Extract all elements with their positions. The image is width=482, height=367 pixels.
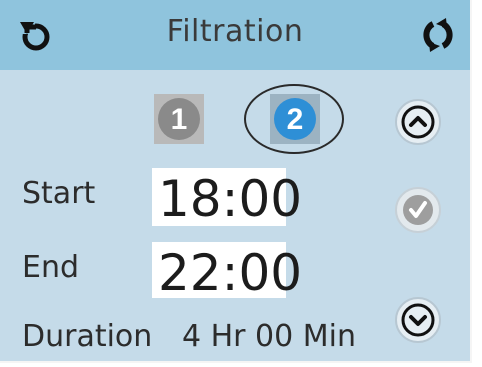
filtration-screen: Filtration 1 2 Start 18:00 End 22:00 Dur… (0, 0, 472, 363)
start-time-field[interactable]: 18:00 (152, 168, 302, 228)
filter-cycle-2-tab[interactable]: 2 (270, 94, 320, 144)
start-label: Start (22, 176, 96, 211)
duration-value: 4 Hr 00 Min (182, 319, 356, 354)
down-button[interactable] (394, 296, 442, 344)
page-title: Filtration (166, 14, 304, 49)
confirm-button[interactable] (394, 186, 442, 234)
filter-cycle-2-label: 2 (287, 103, 304, 136)
up-button[interactable] (394, 98, 442, 146)
header-bar: Filtration (0, 0, 470, 70)
end-time-field[interactable]: 22:00 (152, 242, 302, 302)
filter-cycle-1-tab[interactable]: 1 (154, 94, 204, 144)
refresh-icon[interactable] (416, 16, 460, 54)
filter-cycle-1-label: 1 (171, 103, 188, 136)
end-label: End (22, 250, 80, 285)
duration-label: Duration (22, 319, 153, 354)
